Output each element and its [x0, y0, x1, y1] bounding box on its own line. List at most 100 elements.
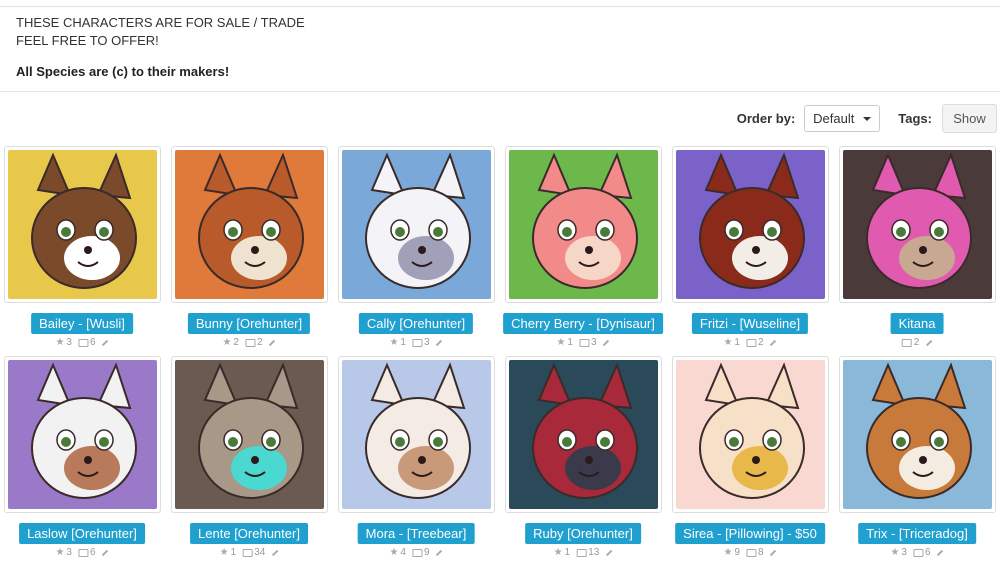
character-card[interactable] [839, 356, 996, 513]
character-card[interactable] [672, 356, 829, 513]
images-count: 8 [745, 547, 764, 558]
order-by-label: Order by: [736, 111, 796, 126]
character-card[interactable] [4, 146, 161, 303]
character-name-link[interactable]: Cally [Orehunter] [358, 313, 474, 334]
favorites-value: 1 [564, 547, 571, 558]
order-by-value: Default [813, 111, 855, 126]
images-count: 6 [912, 547, 931, 558]
character-card[interactable] [505, 146, 662, 303]
image-icon [901, 338, 912, 347]
images-value: 3 [423, 337, 430, 348]
intro-line-3: All Species are (c) to their makers! [16, 64, 230, 79]
character-thumbnail[interactable] [175, 360, 324, 509]
character-thumbnail[interactable] [342, 150, 491, 299]
character-name-link[interactable]: Cherry Berry - [Dynisaur] [503, 313, 663, 334]
character-name-link[interactable]: Fritzi - [Wuseline] [691, 313, 809, 334]
character-thumbnail[interactable] [8, 150, 157, 299]
character-stats: 2 [901, 337, 933, 348]
pencil-icon [271, 549, 279, 556]
favorites-value: 1 [734, 337, 740, 348]
star-icon: ★ [553, 547, 563, 558]
star-icon: ★ [723, 337, 733, 348]
character-name-link[interactable]: Kitana [890, 313, 944, 334]
pencil-icon [101, 339, 109, 346]
character-name-link[interactable]: Bailey - [Wusli] [31, 313, 133, 334]
character-thumbnail[interactable] [676, 150, 825, 299]
character-thumbnail[interactable] [509, 150, 658, 299]
intro-line-1: THESE CHARACTERS ARE FOR SALE / TRADE [16, 15, 305, 30]
caret-down-icon [863, 116, 872, 121]
images-count: 9 [411, 547, 430, 558]
character-name-link[interactable]: Mora - [Treebear] [357, 523, 475, 544]
character-card[interactable] [839, 146, 996, 303]
images-count: 34 [242, 547, 265, 558]
character-stats: ★ 3 6 [55, 337, 109, 348]
image-icon [745, 548, 756, 557]
pencil-icon [101, 549, 109, 556]
character-name-link[interactable]: Sirea - [Pillowing] - $50 [675, 523, 825, 544]
favorites-value: 3 [901, 547, 907, 558]
character-name-link[interactable]: Trix - [Triceradog] [858, 523, 976, 544]
section-divider [0, 91, 1000, 92]
images-count: 2 [745, 337, 764, 348]
order-by-dropdown[interactable]: Default [804, 105, 881, 132]
image-icon [411, 338, 422, 347]
image-icon [745, 338, 756, 347]
star-icon: ★ [389, 547, 399, 558]
images-value: 2 [256, 337, 263, 348]
images-count: 6 [77, 547, 96, 558]
pencil-icon [769, 549, 777, 556]
favorites-count: ★ 1 [556, 337, 573, 348]
character-thumbnail[interactable] [342, 360, 491, 509]
image-icon [77, 338, 88, 347]
character-stats: ★ 1 13 [554, 547, 613, 558]
pencil-icon [936, 549, 944, 556]
star-icon: ★ [55, 337, 65, 348]
character-thumbnail[interactable] [175, 150, 324, 299]
images-value: 34 [254, 547, 266, 558]
gallery-toolbar: Order by: Default Tags: Show [737, 104, 997, 133]
images-value: 3 [590, 337, 597, 348]
character-card[interactable] [338, 356, 495, 513]
character-thumbnail[interactable] [676, 360, 825, 509]
star-icon: ★ [723, 547, 733, 558]
images-value: 6 [924, 547, 931, 558]
character-thumbnail[interactable] [509, 360, 658, 509]
character-name-link[interactable]: Bunny [Orehunter] [187, 313, 311, 334]
images-count: 3 [411, 337, 430, 348]
image-icon [244, 338, 255, 347]
images-count: 6 [77, 337, 96, 348]
character-card[interactable] [171, 146, 328, 303]
character-card[interactable] [4, 356, 161, 513]
character-card[interactable] [672, 146, 829, 303]
star-icon: ★ [890, 547, 900, 558]
favorites-count: ★ 3 [55, 337, 72, 348]
favorites-value: 4 [400, 547, 406, 558]
character-thumbnail[interactable] [843, 150, 992, 299]
character-stats: ★ 4 9 [389, 547, 443, 558]
show-tags-button[interactable]: Show [942, 104, 997, 133]
intro-line-2: FEEL FREE TO OFFER! [16, 33, 159, 48]
profile-description: THESE CHARACTERS ARE FOR SALE / TRADE FE… [16, 14, 305, 81]
star-icon: ★ [389, 337, 399, 348]
favorites-value: 3 [66, 547, 72, 558]
character-card[interactable] [171, 356, 328, 513]
favorites-value: 2 [233, 337, 239, 348]
character-stats: ★ 9 8 [723, 547, 777, 558]
character-name-link[interactable]: Laslow [Orehunter] [19, 523, 145, 544]
character-name-link[interactable]: Ruby [Orehunter] [525, 523, 641, 544]
favorites-count: ★ 1 [554, 547, 571, 558]
pencil-icon [435, 549, 443, 556]
character-stats: ★ 1 3 [556, 337, 610, 348]
character-card[interactable] [505, 356, 662, 513]
character-thumbnail[interactable] [8, 360, 157, 509]
images-value: 8 [757, 547, 764, 558]
favorites-value: 1 [567, 337, 573, 348]
character-thumbnail[interactable] [843, 360, 992, 509]
character-stats: ★ 3 6 [890, 547, 944, 558]
images-count: 2 [244, 337, 263, 348]
character-name-link[interactable]: Lente [Orehunter] [190, 523, 308, 544]
image-icon [912, 548, 923, 557]
favorites-count: ★ 3 [55, 547, 72, 558]
character-card[interactable] [338, 146, 495, 303]
